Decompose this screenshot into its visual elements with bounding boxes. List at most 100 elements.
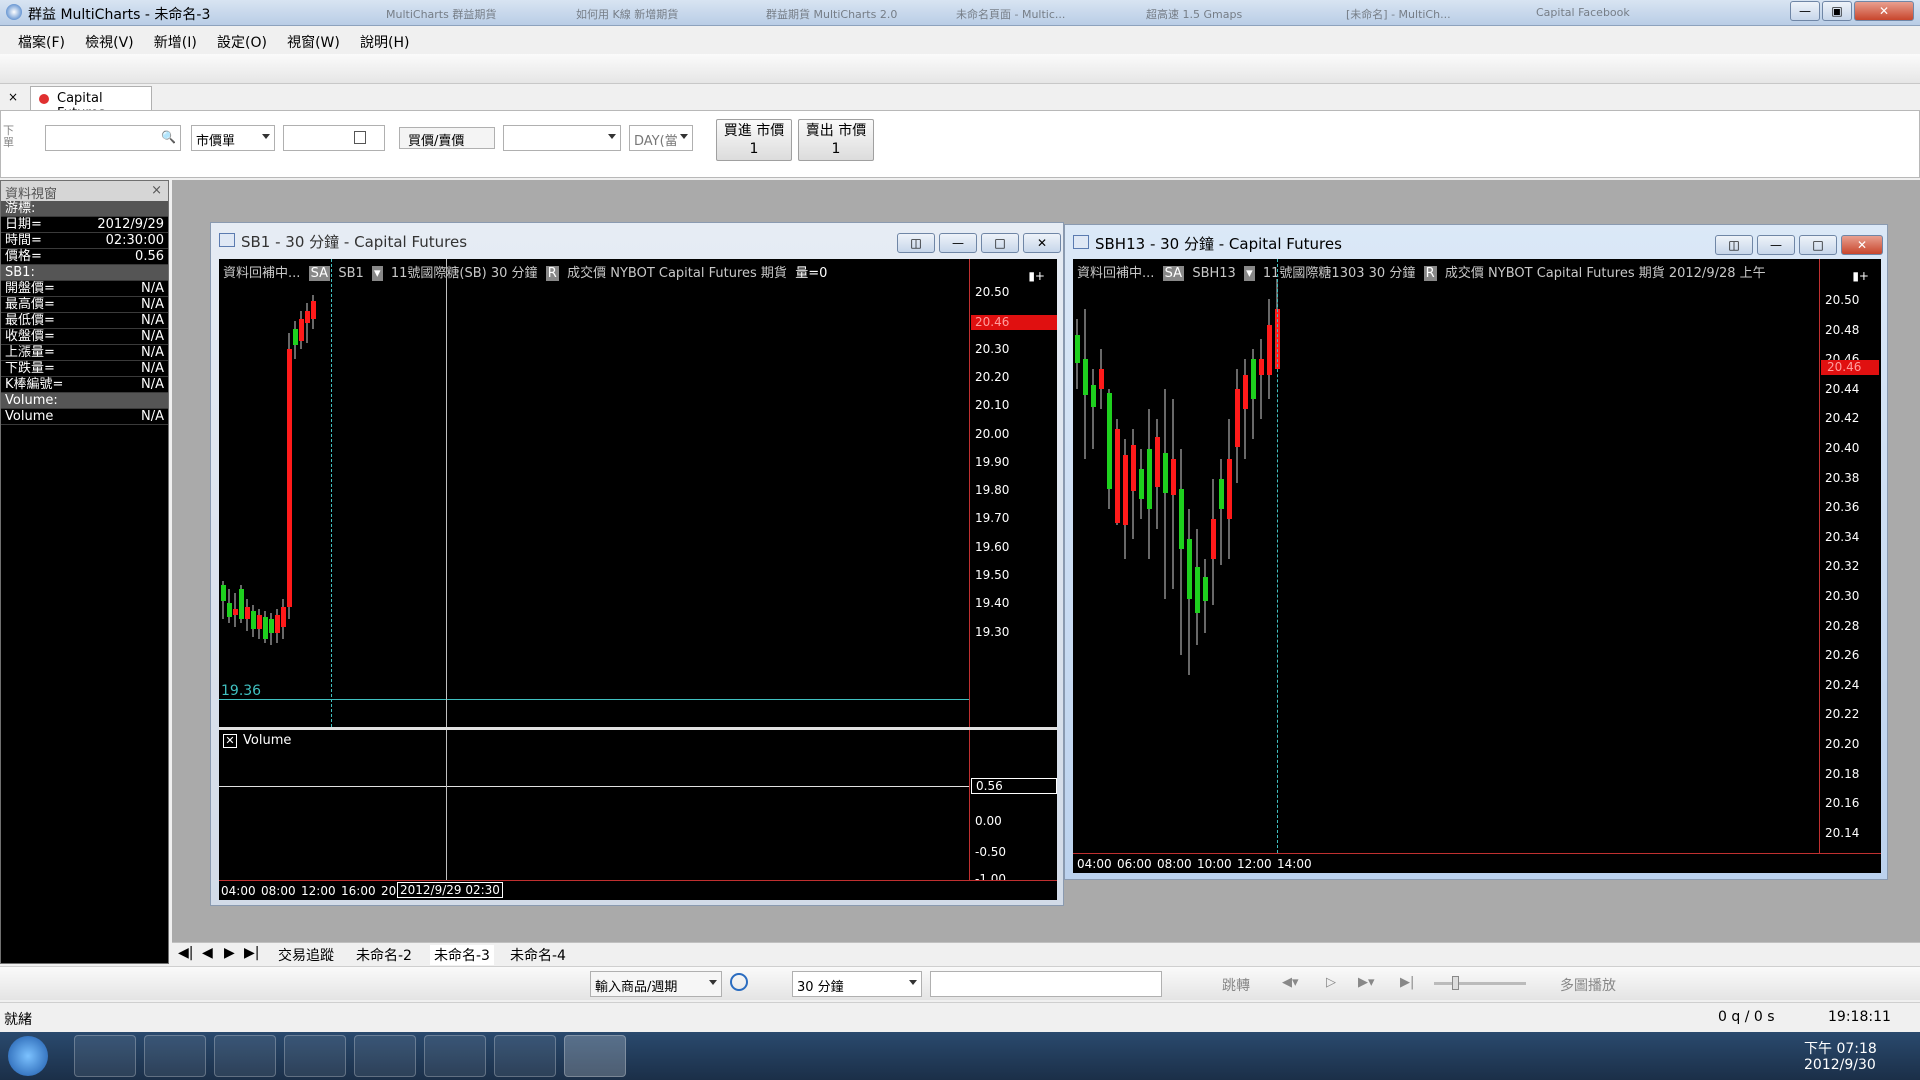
multi-play-button[interactable]: 多圖播放 (1560, 975, 1616, 995)
playback-play-icon[interactable]: ▷ (1326, 975, 1336, 990)
symbol-interval-select[interactable]: 輸入商品/週期 (590, 971, 722, 997)
documents-icon[interactable] (494, 1035, 556, 1077)
price-chart-sb1[interactable]: 資料回補中... SA SB1 ▾ 11號國際糖(SB) 30 分鐘 R 成交價… (219, 259, 1057, 727)
start-icon[interactable] (8, 1036, 48, 1076)
first-tab-icon[interactable]: ◀| (178, 945, 193, 961)
skype-icon[interactable] (354, 1035, 416, 1077)
maximize-button[interactable]: □ (1799, 235, 1837, 255)
price-stepper[interactable] (283, 125, 385, 151)
close-icon[interactable]: × (151, 183, 162, 198)
scroll-right-icon[interactable]: ▮+ (1852, 269, 1869, 283)
price-chart-sbh13[interactable]: 資料回補中... SA SBH13 ▾ 11號國際糖1303 30 分鐘 R 成… (1073, 259, 1881, 853)
candle (281, 599, 286, 639)
candle (263, 611, 268, 643)
price-axis-label: 19.90 (975, 454, 1010, 469)
jump-date-input[interactable] (930, 971, 1162, 997)
price-axis-label: 20.50 (975, 285, 1010, 299)
background-tab[interactable]: 超高速 1.5 Gmaps (1140, 3, 1320, 23)
chrome-icon[interactable] (214, 1035, 276, 1077)
formula-icon[interactable] (424, 1035, 486, 1077)
tab-workspace-active[interactable]: 未命名-3 (430, 945, 494, 965)
row-value: 0.56 (135, 249, 164, 264)
data-window-header: 資料視窗 × (1, 181, 168, 202)
price-axis-label: 20.26 (1825, 648, 1860, 663)
tab-workspace[interactable]: 交易追蹤 (278, 945, 334, 965)
playback-end-icon[interactable]: ▶| (1400, 975, 1414, 990)
background-tab[interactable]: [未命名] - MultiCh... (1340, 3, 1520, 23)
background-tab[interactable]: 未命名頁面 - Multic... (950, 3, 1130, 23)
volume-pane[interactable]: ✕ Volume 0.56 0.00 -0.50 -1.00 (219, 730, 1057, 880)
scroll-right-icon[interactable]: ▮+ (1028, 269, 1045, 283)
workspace-tabs: ◀| ◀ ▶ ▶| 交易追蹤 未命名-2 未命名-3 未命名-4 (172, 942, 1920, 965)
row-value: N/A (141, 361, 164, 376)
price-axis-label: 20.14 (1825, 825, 1860, 840)
last-tab-icon[interactable]: ▶| (244, 945, 259, 961)
minimize-button[interactable]: — (939, 233, 977, 253)
price-axis-label: 20.22 (1825, 707, 1860, 722)
capital-icon[interactable] (564, 1035, 626, 1077)
tif-select[interactable]: DAY(當 (629, 125, 693, 151)
minimize-button[interactable]: — (1790, 1, 1820, 21)
calculator-icon[interactable] (354, 131, 366, 144)
row-label: 最低價= (5, 313, 55, 328)
close-icon[interactable]: × (8, 90, 18, 104)
tab-workspace[interactable]: 未命名-2 (356, 945, 412, 965)
candle (1147, 409, 1152, 559)
minimize-button[interactable]: — (1757, 235, 1795, 255)
data-window-row: Volume N/A (1, 409, 168, 425)
tab-capital-futures[interactable]: Capital Futures (30, 86, 152, 121)
tray-time: 下午 07:18 (1804, 1041, 1877, 1057)
close-icon[interactable]: ✕ (223, 734, 237, 748)
candle (305, 303, 310, 343)
media-icon[interactable] (144, 1035, 206, 1077)
background-tab[interactable]: Capital Facebook (1530, 3, 1710, 23)
price-axis-label: 20.16 (1825, 796, 1860, 811)
background-tab[interactable]: 如何用 K線 新增期貨 (570, 3, 750, 23)
maximize-button[interactable]: □ (981, 233, 1019, 253)
close-button[interactable]: ✕ (1841, 235, 1883, 255)
clock-icon[interactable] (730, 973, 748, 991)
symbol-input[interactable]: 🔍 (45, 125, 181, 151)
last-bar-marker (1277, 259, 1278, 853)
restore-button[interactable]: ◫ (897, 233, 935, 253)
cursor-vertical (446, 730, 447, 880)
menu-file[interactable]: 檔案(F) (10, 27, 73, 52)
menu-settings[interactable]: 設定(O) (209, 27, 275, 52)
drawing-toolbar: 輸入商品/週期 30 分鐘 跳轉 ◀▾ ▷ ▶▾ ▶| 多圖播放 (0, 966, 1920, 1000)
close-button[interactable]: ✕ (1854, 1, 1914, 21)
speed-slider[interactable] (1434, 976, 1526, 990)
account-select[interactable] (503, 125, 621, 151)
maximize-button[interactable]: ▣ (1822, 1, 1852, 21)
close-button[interactable]: ✕ (1023, 233, 1061, 253)
jump-button[interactable]: 跳轉 (1222, 975, 1250, 995)
playback-prev-icon[interactable]: ◀▾ (1282, 975, 1299, 990)
background-tab[interactable]: MultiCharts 群益期貨 (380, 3, 560, 23)
bid-ask-button[interactable]: 買價/賣價 (399, 127, 495, 149)
messenger-icon[interactable] (284, 1035, 346, 1077)
sell-market-button[interactable]: 賣出 市價 1 (798, 119, 874, 161)
explorer-icon[interactable] (74, 1035, 136, 1077)
buy-market-button[interactable]: 買進 市價 1 (716, 119, 792, 161)
menu-window[interactable]: 視窗(W) (279, 27, 348, 52)
tab-workspace[interactable]: 未命名-4 (510, 945, 566, 965)
menu-view[interactable]: 檢視(V) (77, 27, 142, 52)
next-tab-icon[interactable]: ▶ (224, 945, 235, 961)
data-window-row: 時間= 02:30:00 (1, 233, 168, 249)
candle (275, 609, 280, 643)
playback-next-icon[interactable]: ▶▾ (1358, 975, 1375, 990)
background-tab[interactable]: 群益期貨 MultiCharts 2.0 (760, 3, 940, 23)
row-value: N/A (141, 297, 164, 312)
data-window-row: 開盤價= N/A (1, 281, 168, 297)
prev-tab-icon[interactable]: ◀ (202, 945, 213, 961)
menu-help[interactable]: 說明(H) (352, 27, 417, 52)
price-axis-divider (969, 259, 970, 727)
order-type-select[interactable]: 市價單 (191, 125, 275, 151)
data-window-row: Volume: (1, 393, 168, 409)
menu-insert[interactable]: 新增(I) (146, 27, 205, 52)
price-axis-label: 20.10 (975, 398, 1010, 413)
candle (1187, 509, 1192, 675)
restore-button[interactable]: ◫ (1715, 235, 1753, 255)
price-axis-divider (1819, 259, 1820, 853)
row-label: 價格= (5, 249, 42, 264)
interval-select[interactable]: 30 分鐘 (792, 971, 922, 997)
